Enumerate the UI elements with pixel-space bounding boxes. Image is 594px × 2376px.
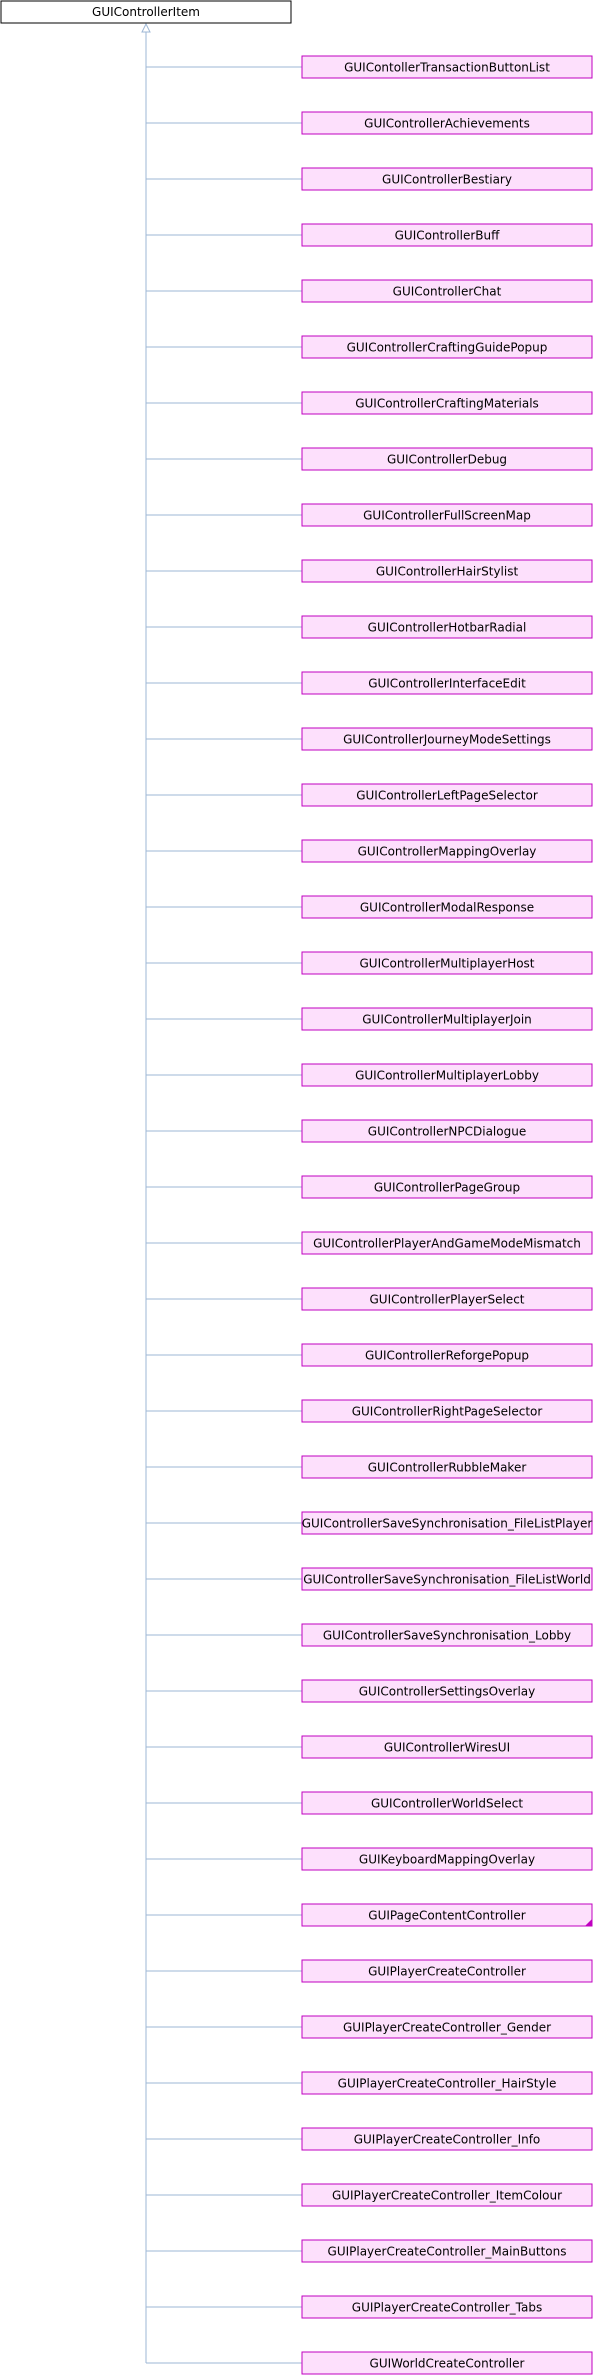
derived-class-node[interactable]: GUIControllerMappingOverlay <box>301 839 593 863</box>
derived-class-label: GUIPageContentController <box>368 1909 525 1923</box>
derived-class-node[interactable]: GUIControllerCraftingGuidePopup <box>301 335 593 359</box>
derived-class-label: GUIPlayerCreateController_MainButtons <box>328 2245 567 2259</box>
derived-class-node[interactable]: GUIControllerSaveSynchronisation_FileLis… <box>301 1511 593 1535</box>
derived-class-node[interactable]: GUIControllerInterfaceEdit <box>301 671 593 695</box>
base-class-label: GUIControllerItem <box>92 5 200 19</box>
derived-class-label: GUIControllerBestiary <box>382 173 512 187</box>
derived-class-node[interactable]: GUIControllerFullScreenMap <box>301 503 593 527</box>
derived-class-label: GUIControllerSaveSynchronisation_FileLis… <box>303 1573 591 1587</box>
derived-class-node[interactable]: GUIControllerHairStylist <box>301 559 593 583</box>
derived-class-node[interactable]: GUIPlayerCreateController_Tabs <box>301 2295 593 2319</box>
derived-class-node[interactable]: GUIWorldCreateController <box>301 2351 593 2375</box>
derived-class-node[interactable]: GUIControllerModalResponse <box>301 895 593 919</box>
derived-class-node[interactable]: GUIContollerTransactionButtonList <box>301 55 593 79</box>
inheritance-arrowhead <box>141 22 151 33</box>
derived-class-node[interactable]: GUIControllerSaveSynchronisation_FileLis… <box>301 1567 593 1591</box>
derived-class-label: GUIControllerInterfaceEdit <box>368 677 526 691</box>
derived-class-node[interactable]: GUIControllerJourneyModeSettings <box>301 727 593 751</box>
derived-class-label: GUIControllerCraftingMaterials <box>355 397 539 411</box>
derived-class-label: GUIControllerHotbarRadial <box>368 621 527 635</box>
derived-class-node[interactable]: GUIKeyboardMappingOverlay <box>301 1847 593 1871</box>
derived-class-label: GUIPlayerCreateController_ItemColour <box>332 2189 562 2203</box>
derived-class-label: GUIControllerMultiplayerLobby <box>355 1069 539 1083</box>
derived-class-node[interactable]: GUIPlayerCreateController_Info <box>301 2127 593 2151</box>
derived-class-label: GUIControllerModalResponse <box>360 901 534 915</box>
derived-class-node[interactable]: GUIControllerWiresUI <box>301 1735 593 1759</box>
derived-class-label: GUIPlayerCreateController_Info <box>354 2133 541 2147</box>
derived-class-node[interactable]: GUIControllerBestiary <box>301 167 593 191</box>
derived-class-label: GUIControllerPlayerAndGameModeMismatch <box>313 1237 581 1251</box>
derived-class-label: GUIPlayerCreateController_Tabs <box>352 2301 542 2315</box>
derived-class-node[interactable]: GUIControllerAchievements <box>301 111 593 135</box>
derived-class-label: GUIWorldCreateController <box>370 2357 525 2371</box>
derived-class-label: GUIPlayerCreateController <box>368 1965 526 1979</box>
derived-class-label: GUIControllerBuff <box>395 229 500 243</box>
derived-class-node[interactable]: GUIControllerWorldSelect <box>301 1791 593 1815</box>
derived-class-node[interactable]: GUIControllerPageGroup <box>301 1175 593 1199</box>
derived-class-label: GUIControllerRightPageSelector <box>352 1405 543 1419</box>
derived-class-label: GUIControllerJourneyModeSettings <box>343 733 551 747</box>
derived-class-node[interactable]: GUIPageContentController <box>301 1903 593 1927</box>
derived-class-node[interactable]: GUIControllerSaveSynchronisation_Lobby <box>301 1623 593 1647</box>
derived-class-label: GUIControllerReforgePopup <box>365 1349 529 1363</box>
derived-class-label: GUIPlayerCreateController_HairStyle <box>338 2077 557 2091</box>
derived-class-node[interactable]: GUIControllerSettingsOverlay <box>301 1679 593 1703</box>
derived-class-node[interactable]: GUIControllerBuff <box>301 223 593 247</box>
inheritance-diagram: GUIControllerItem GUIContollerTransactio… <box>0 0 593 2375</box>
derived-class-node[interactable]: GUIControllerRubbleMaker <box>301 1455 593 1479</box>
derived-class-node[interactable]: GUIPlayerCreateController_Gender <box>301 2015 593 2039</box>
derived-class-label: GUIControllerSaveSynchronisation_Lobby <box>323 1629 571 1643</box>
derived-class-node[interactable]: GUIPlayerCreateController_MainButtons <box>301 2239 593 2263</box>
base-class-node[interactable]: GUIControllerItem <box>0 0 292 24</box>
derived-class-label: GUIControllerMultiplayerHost <box>359 957 534 971</box>
derived-class-label: GUIControllerPlayerSelect <box>369 1293 524 1307</box>
derived-class-node[interactable]: GUIPlayerCreateController_HairStyle <box>301 2071 593 2095</box>
derived-class-node[interactable]: GUIControllerRightPageSelector <box>301 1399 593 1423</box>
derived-class-node[interactable]: GUIControllerPlayerAndGameModeMismatch <box>301 1231 593 1255</box>
derived-class-label: GUIControllerMultiplayerJoin <box>362 1013 532 1027</box>
derived-class-node[interactable]: GUIPlayerCreateController <box>301 1959 593 1983</box>
derived-class-node[interactable]: GUIControllerChat <box>301 279 593 303</box>
derived-class-label: GUIControllerAchievements <box>364 117 530 131</box>
derived-class-label: GUIControllerHairStylist <box>376 565 519 579</box>
derived-class-label: GUIControllerMappingOverlay <box>358 845 537 859</box>
derived-class-nodes: GUIContollerTransactionButtonList GUICont… <box>301 55 593 2375</box>
derived-class-node[interactable]: GUIControllerDebug <box>301 447 593 471</box>
derived-class-label: GUIControllerWiresUI <box>384 1741 510 1755</box>
derived-class-label: GUIControllerSaveSynchronisation_FileLis… <box>302 1517 593 1531</box>
derived-class-label: GUIKeyboardMappingOverlay <box>359 1853 535 1867</box>
derived-class-label: GUIControllerWorldSelect <box>371 1797 523 1811</box>
derived-class-node[interactable]: GUIControllerCraftingMaterials <box>301 391 593 415</box>
derived-class-node[interactable]: GUIControllerLeftPageSelector <box>301 783 593 807</box>
derived-class-label: GUIControllerChat <box>393 285 502 299</box>
derived-class-node[interactable]: GUIControllerMultiplayerJoin <box>301 1007 593 1031</box>
derived-class-label: GUIControllerFullScreenMap <box>363 509 531 523</box>
derived-class-node[interactable]: GUIControllerPlayerSelect <box>301 1287 593 1311</box>
derived-class-label: GUIControllerDebug <box>387 453 507 467</box>
derived-class-node[interactable]: GUIControllerReforgePopup <box>301 1343 593 1367</box>
derived-class-label: GUIControllerPageGroup <box>374 1181 520 1195</box>
derived-class-label: GUIControllerCraftingGuidePopup <box>347 341 548 355</box>
derived-class-label: GUIPlayerCreateController_Gender <box>343 2021 551 2035</box>
derived-class-node[interactable]: GUIControllerMultiplayerHost <box>301 951 593 975</box>
derived-class-label: GUIControllerSettingsOverlay <box>359 1685 536 1699</box>
derived-class-node[interactable]: GUIPlayerCreateController_ItemColour <box>301 2183 593 2207</box>
inheritance-edges <box>141 22 302 2364</box>
derived-class-node[interactable]: GUIControllerNPCDialogue <box>301 1119 593 1143</box>
derived-class-label: GUIControllerRubbleMaker <box>368 1461 527 1475</box>
derived-class-label: GUIControllerNPCDialogue <box>368 1125 526 1139</box>
derived-class-node[interactable]: GUIControllerMultiplayerLobby <box>301 1063 593 1087</box>
derived-class-label: GUIContollerTransactionButtonList <box>344 61 550 75</box>
derived-class-node[interactable]: GUIControllerHotbarRadial <box>301 615 593 639</box>
derived-class-label: GUIControllerLeftPageSelector <box>356 789 538 803</box>
